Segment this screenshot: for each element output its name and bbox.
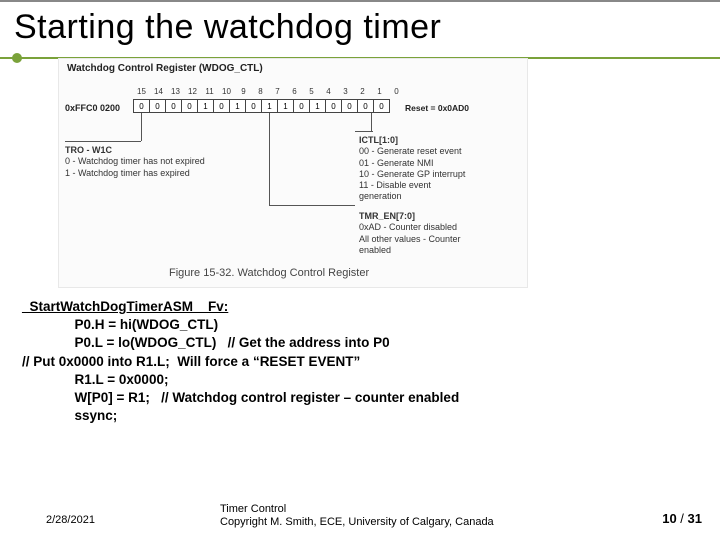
reg-cell: 1 — [309, 99, 326, 113]
bit-num: 9 — [235, 87, 252, 96]
code-line: // Put 0x0000 into R1.L; Will force a — [22, 354, 253, 369]
connector-line — [141, 113, 142, 141]
tmren-title: TMR_EN[7:0] — [359, 211, 415, 221]
tmren-field: TMR_EN[7:0] 0xAD - Counter disabled All … — [359, 211, 461, 256]
ictl-field: ICTL[1:0] 00 - Generate reset event 01 -… — [359, 135, 465, 203]
code-line: P0.L = lo(WDOG_CTL) // Get the address i… — [22, 335, 390, 350]
tro-title: TRO - W1C — [65, 145, 112, 155]
page-current: 10 — [662, 511, 676, 526]
connector-line — [269, 205, 355, 206]
code-line: ssync; — [22, 408, 117, 423]
ictl-l3: 10 - Generate GP interrupt — [359, 169, 465, 179]
reg-cell: 1 — [261, 99, 278, 113]
code-label: _StartWatchDogTimerASM__Fv: — [22, 299, 228, 314]
bit-num: 14 — [150, 87, 167, 96]
tmren-l3: enabled — [359, 245, 391, 255]
tro-l1: 0 - Watchdog timer has not expired — [65, 156, 205, 166]
reg-cell: 1 — [277, 99, 294, 113]
connector-line — [371, 113, 372, 131]
reg-cell: 1 — [197, 99, 214, 113]
reg-cell: 0 — [133, 99, 150, 113]
tro-field: TRO - W1C 0 - Watchdog timer has not exp… — [65, 145, 205, 179]
reset-value-row: 0 0 0 0 1 0 1 0 1 1 0 1 0 0 0 0 — [133, 99, 390, 113]
bit-num: 15 — [133, 87, 150, 96]
bit-num: 11 — [201, 87, 218, 96]
page-total: 31 — [688, 511, 702, 526]
bit-num: 8 — [252, 87, 269, 96]
bit-num: 4 — [320, 87, 337, 96]
bit-num: 13 — [167, 87, 184, 96]
footer-page: 10 / 31 — [662, 511, 702, 526]
connector-line — [269, 113, 270, 205]
page-sep: / — [677, 511, 688, 526]
connector-line — [355, 131, 373, 132]
reg-cell: 0 — [357, 99, 374, 113]
ictl-l5: generation — [359, 191, 402, 201]
reg-cell: 0 — [373, 99, 390, 113]
ictl-l2: 01 - Generate NMI — [359, 158, 434, 168]
tmren-l2: All other values - Counter — [359, 234, 461, 244]
reg-cell: 0 — [245, 99, 262, 113]
bit-num: 5 — [303, 87, 320, 96]
bit-num: 7 — [269, 87, 286, 96]
slide-title: Starting the watchdog timer — [0, 2, 720, 51]
ictl-l4: 11 - Disable event — [359, 180, 431, 190]
diagram-address: 0xFFC0 0200 — [65, 103, 120, 113]
bit-num: 6 — [286, 87, 303, 96]
footer-mid-l1: Timer Control — [220, 503, 286, 515]
reset-label: Reset = 0x0AD0 — [405, 103, 469, 113]
diagram-caption: Figure 15-32. Watchdog Control Register — [169, 267, 369, 279]
rule-dot-icon — [12, 53, 22, 63]
bit-num: 0 — [388, 87, 405, 96]
code-block: _StartWatchDogTimerASM__Fv: P0.H = hi(WD… — [22, 298, 459, 426]
bit-num: 1 — [371, 87, 388, 96]
reg-cell: 0 — [293, 99, 310, 113]
slide: Starting the watchdog timer Watchdog Con… — [0, 0, 720, 540]
reg-cell: 0 — [181, 99, 198, 113]
reg-cell: 0 — [149, 99, 166, 113]
tmren-l1: 0xAD - Counter disabled — [359, 222, 457, 232]
code-line: R1.L = 0x0000; — [22, 372, 168, 387]
code-line-event: RESET EVENT — [260, 354, 354, 369]
bit-number-row: 15 14 13 12 11 10 9 8 7 6 5 4 3 2 1 0 — [133, 87, 405, 96]
tro-l2: 1 - Watchdog timer has expired — [65, 168, 190, 178]
code-line: P0.H = hi(WDOG_CTL) — [22, 317, 218, 332]
bit-num: 3 — [337, 87, 354, 96]
ictl-l1: 00 - Generate reset event — [359, 146, 462, 156]
ictl-title: ICTL[1:0] — [359, 135, 398, 145]
footer-date: 2/28/2021 — [46, 514, 95, 526]
reg-cell: 0 — [165, 99, 182, 113]
bit-num: 12 — [184, 87, 201, 96]
register-diagram: Watchdog Control Register (WDOG_CTL) 0xF… — [58, 58, 528, 288]
footer-copyright: Timer Control Copyright M. Smith, ECE, U… — [220, 503, 494, 531]
reg-cell: 0 — [213, 99, 230, 113]
reg-cell: 1 — [229, 99, 246, 113]
connector-line — [65, 141, 141, 142]
reg-cell: 0 — [325, 99, 342, 113]
reg-cell: 0 — [341, 99, 358, 113]
code-line: W[P0] = R1; // Watchdog control register… — [22, 390, 459, 405]
footer-mid-l2: Copyright M. Smith, ECE, University of C… — [220, 516, 494, 528]
diagram-heading: Watchdog Control Register (WDOG_CTL) — [67, 63, 263, 74]
bit-num: 2 — [354, 87, 371, 96]
bit-num: 10 — [218, 87, 235, 96]
